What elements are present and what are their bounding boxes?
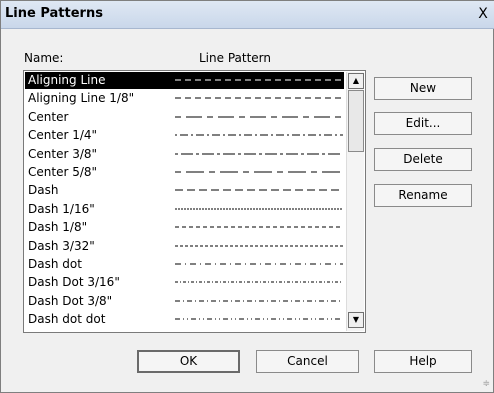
pattern-name: Dash 1/8"	[28, 220, 88, 235]
pattern-row[interactable]: Dash	[25, 182, 344, 199]
pattern-preview	[175, 318, 343, 320]
pattern-preview	[175, 226, 343, 228]
pattern-name: Dash	[28, 183, 59, 198]
pattern-row[interactable]: Center	[25, 109, 344, 126]
edit-button[interactable]: Edit...	[374, 112, 472, 135]
pattern-preview	[175, 189, 343, 191]
line-patterns-dialog: Line Patterns X Name: Line Pattern Dash …	[0, 0, 494, 393]
pattern-name: Dash dot	[28, 257, 82, 271]
title-bar: Line Patterns X	[1, 1, 494, 29]
vertical-scrollbar[interactable]: ▲ ▼	[346, 72, 364, 331]
pattern-preview	[175, 97, 343, 99]
pattern-name: Aligning Line	[28, 73, 106, 87]
pattern-name: Center 3/8"	[28, 146, 98, 161]
pattern-column-header: Line Pattern	[199, 51, 271, 65]
pattern-name: Dash dot dot	[28, 312, 106, 327]
scroll-up-icon[interactable]: ▲	[348, 73, 364, 89]
rename-button[interactable]: Rename	[374, 184, 472, 207]
close-button[interactable]: X	[475, 5, 491, 23]
pattern-row[interactable]: Dash dot dot	[25, 311, 344, 328]
pattern-row[interactable]: Aligning Line 1/8"	[25, 90, 344, 107]
pattern-preview	[175, 116, 343, 118]
pattern-row[interactable]: Center 5/8"	[25, 164, 344, 181]
pattern-preview	[175, 300, 343, 302]
dialog-title: Line Patterns	[5, 6, 103, 21]
ok-button[interactable]: OK	[137, 350, 240, 373]
pattern-row[interactable]: Dash dot	[25, 256, 344, 273]
pattern-name: Dash 1/16"	[28, 201, 95, 216]
pattern-row[interactable]: Aligning Line	[25, 72, 344, 89]
pattern-preview	[175, 263, 343, 265]
pattern-preview	[175, 245, 343, 247]
pattern-preview	[175, 153, 343, 155]
pattern-row[interactable]: Dash 3/32"	[25, 238, 344, 255]
resize-grip-icon[interactable]: ≑	[482, 379, 490, 389]
delete-button[interactable]: Delete	[374, 148, 472, 171]
scrollbar-thumb[interactable]	[348, 90, 364, 152]
line-pattern-list[interactable]: Dash dot dot Dash Dot 3/8" Dash Dot 3/16" D…	[23, 70, 366, 333]
pattern-row[interactable]: Dash 1/8"	[25, 219, 344, 236]
pattern-preview	[175, 281, 343, 283]
pattern-name: Center 5/8"	[28, 165, 98, 179]
new-button[interactable]: New	[374, 77, 472, 100]
pattern-row[interactable]: Center 3/8"	[25, 146, 344, 163]
pattern-preview	[175, 208, 343, 210]
pattern-preview	[175, 171, 343, 173]
pattern-preview	[175, 79, 343, 81]
pattern-name: Dash Dot 3/16"	[28, 275, 120, 290]
pattern-preview	[175, 134, 343, 136]
pattern-name: Center	[28, 109, 69, 124]
pattern-row[interactable]: Dash Dot 3/8"	[25, 293, 344, 310]
pattern-row[interactable]: Dash Dot 3/16"	[25, 274, 344, 291]
pattern-name: Dash Dot 3/8"	[28, 293, 113, 308]
pattern-name: Aligning Line 1/8"	[28, 91, 135, 106]
pattern-name: Dash 3/32"	[28, 238, 95, 253]
pattern-row[interactable]: Center 1/4"	[25, 127, 344, 144]
help-button[interactable]: Help	[374, 350, 472, 373]
pattern-name: Center 1/4"	[28, 128, 98, 143]
scroll-down-icon[interactable]: ▼	[348, 312, 364, 328]
pattern-row[interactable]: Dash 1/16"	[25, 201, 344, 218]
cancel-button[interactable]: Cancel	[256, 350, 359, 373]
name-column-header: Name:	[24, 51, 64, 65]
